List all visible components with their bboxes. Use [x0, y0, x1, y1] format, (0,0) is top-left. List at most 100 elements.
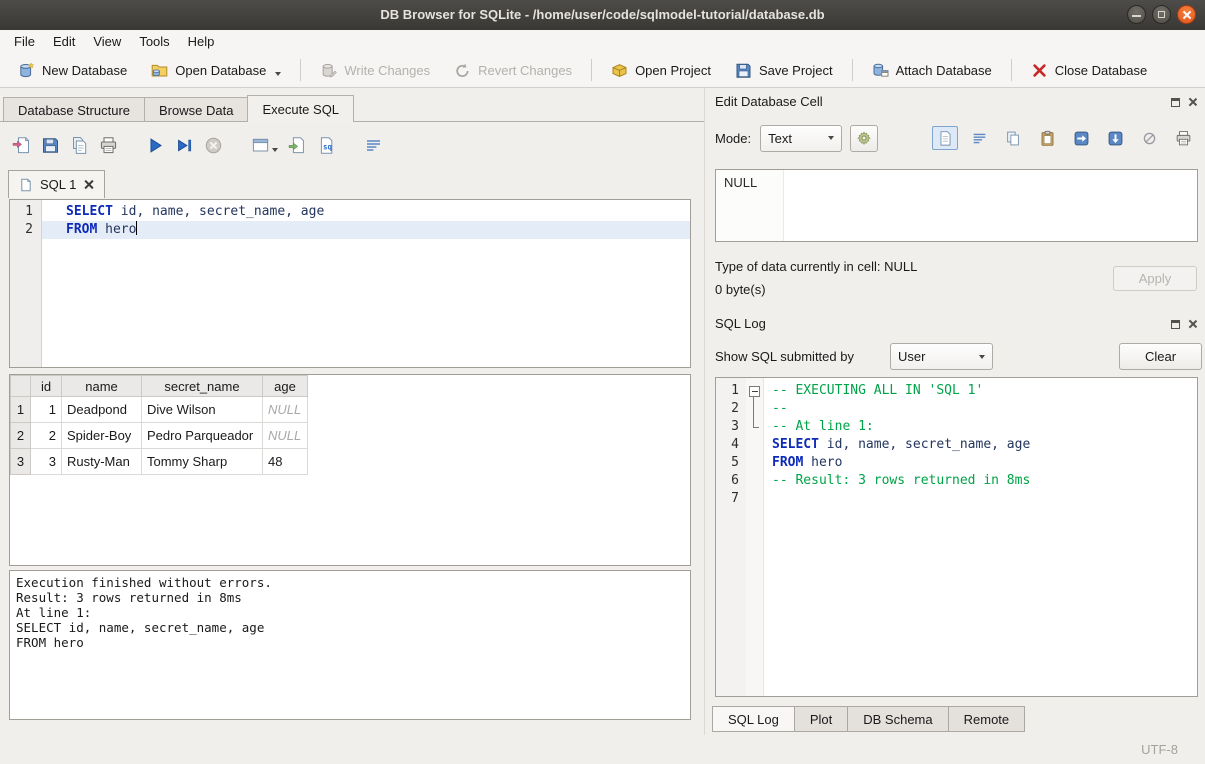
copy-cell-button[interactable]	[1000, 126, 1026, 150]
dock-tab-plot[interactable]: Plot	[795, 706, 848, 732]
word-wrap-button[interactable]	[966, 126, 992, 150]
attach-database-icon	[872, 62, 889, 79]
menu-edit[interactable]: Edit	[44, 30, 84, 53]
close-panel-icon[interactable]	[1187, 319, 1197, 329]
table-cell[interactable]: NULL	[263, 423, 308, 449]
fold-marker[interactable]	[746, 382, 763, 400]
results-grid[interactable]: idnamesecret_nameage11DeadpondDive Wilso…	[9, 374, 691, 566]
sql-tab[interactable]: SQL 1	[8, 170, 105, 198]
close-tab-icon[interactable]	[83, 179, 94, 190]
dock-tab-remote[interactable]: Remote	[949, 706, 1026, 732]
tab-browse-data[interactable]: Browse Data	[144, 97, 247, 122]
toggle-word-wrap-button[interactable]	[364, 136, 383, 155]
clear-log-button[interactable]: Clear	[1119, 343, 1202, 370]
import-from-file-button[interactable]	[1068, 126, 1094, 150]
minimize-button[interactable]	[1127, 5, 1146, 24]
new-database-button[interactable]: New Database	[6, 58, 139, 83]
table-cell[interactable]: 3	[31, 449, 62, 475]
table-row: 11DeadpondDive WilsonNULL	[11, 397, 308, 423]
menu-file[interactable]: File	[5, 30, 44, 53]
row-number[interactable]: 3	[11, 449, 31, 475]
menu-help[interactable]: Help	[179, 30, 224, 53]
editor-code-line[interactable]: SELECT id, name, secret_name, age	[42, 203, 690, 221]
editor-code-line[interactable]: FROM hero	[42, 221, 690, 239]
open-database-icon	[151, 62, 168, 79]
float-panel-icon[interactable]	[1171, 98, 1180, 107]
column-header-id[interactable]: id	[31, 376, 62, 397]
attach-database-button[interactable]: Attach Database	[860, 58, 1004, 83]
save-results-button[interactable]: sq	[317, 136, 336, 155]
maximize-button[interactable]	[1152, 5, 1171, 24]
print-sql-button[interactable]	[99, 136, 118, 155]
cell-value-editor[interactable]: NULL	[715, 169, 1198, 242]
open-project-button[interactable]: Open Project	[599, 58, 723, 83]
dock-tab-sql-log[interactable]: SQL Log	[712, 706, 795, 732]
sql-editor[interactable]: 12 SELECT id, name, secret_name, ageFROM…	[9, 199, 691, 368]
table-cell[interactable]: Tommy Sharp	[142, 449, 263, 475]
row-number[interactable]: 2	[11, 423, 31, 449]
table-cell[interactable]: NULL	[263, 397, 308, 423]
sql-log-view[interactable]: 1234567 -- EXECUTING ALL IN 'SQL 1'---- …	[715, 377, 1198, 697]
titlebar[interactable]: DB Browser for SQLite - /home/user/code/…	[0, 0, 1205, 30]
new-sql-tab-dropdown-arrow[interactable]	[272, 148, 278, 152]
table-cell[interactable]: Pedro Parqueador	[142, 423, 263, 449]
chevron-down-icon	[979, 355, 985, 359]
save-sql-file-button[interactable]	[41, 136, 60, 155]
code-token: FROM	[66, 222, 97, 237]
code-token: hero	[97, 222, 136, 237]
table-cell[interactable]: Deadpond	[62, 397, 142, 423]
save-project-button[interactable]: Save Project	[723, 58, 845, 83]
open-database-label: Open Database	[175, 63, 266, 78]
execution-status-box[interactable]: Execution finished without errors.Result…	[9, 570, 691, 720]
print-cell-button[interactable]	[1170, 126, 1196, 150]
close-database-button[interactable]: Close Database	[1019, 58, 1160, 83]
status-message-line: Result: 3 rows returned in 8ms	[16, 590, 684, 605]
dock-tab-db-schema[interactable]: DB Schema	[848, 706, 948, 732]
table-cell[interactable]: 1	[31, 397, 62, 423]
new-sql-tab-button[interactable]	[251, 136, 278, 155]
menu-tools[interactable]: Tools	[130, 30, 178, 53]
table-cell[interactable]: Spider-Boy	[62, 423, 142, 449]
text-mode-button[interactable]	[932, 126, 958, 150]
close-panel-icon[interactable]	[1187, 97, 1197, 107]
mode-select[interactable]: Text	[760, 125, 842, 152]
export-to-file-icon	[1107, 130, 1124, 147]
tab-database-structure[interactable]: Database Structure	[3, 97, 144, 122]
status-message-line: At line 1:	[16, 605, 684, 620]
open-sql-file-button[interactable]	[12, 136, 31, 155]
log-token: hero	[803, 455, 842, 470]
log-filter-value: User	[898, 349, 925, 364]
write-changes-label: Write Changes	[344, 63, 430, 78]
close-button[interactable]	[1177, 5, 1196, 24]
paste-cell-button[interactable]	[1034, 126, 1060, 150]
copy-cell-icon	[1005, 130, 1022, 147]
execute-all-button[interactable]	[146, 136, 165, 155]
table-cell[interactable]: 48	[263, 449, 308, 475]
open-database-dropdown-arrow[interactable]	[275, 72, 281, 76]
results-table: idnamesecret_nameage11DeadpondDive Wilso…	[10, 375, 308, 475]
editor-code-area[interactable]: SELECT id, name, secret_name, ageFROM he…	[42, 200, 690, 367]
tab-execute-sql[interactable]: Execute SQL	[247, 95, 354, 122]
log-filter-select[interactable]: User	[890, 343, 993, 370]
mode-settings-button[interactable]	[850, 125, 878, 152]
table-cell[interactable]: 2	[31, 423, 62, 449]
table-cell[interactable]: Rusty-Man	[62, 449, 142, 475]
float-panel-icon[interactable]	[1171, 320, 1180, 329]
results-header-row: idnamesecret_nameage	[11, 376, 308, 397]
table-cell[interactable]: Dive Wilson	[142, 397, 263, 423]
open-sql-in-tab-button[interactable]	[288, 136, 307, 155]
set-as-null-button[interactable]	[1136, 126, 1162, 150]
save-sql-file-as-button[interactable]	[70, 136, 89, 155]
row-number[interactable]: 1	[11, 397, 31, 423]
menu-view[interactable]: View	[84, 30, 130, 53]
column-header-age[interactable]: age	[263, 376, 308, 397]
print-cell-icon	[1175, 130, 1192, 147]
execute-current-line-button[interactable]	[175, 136, 194, 155]
export-to-file-button[interactable]	[1102, 126, 1128, 150]
log-line: SELECT id, name, secret_name, age	[764, 436, 1197, 454]
open-database-button[interactable]: Open Database	[139, 58, 293, 83]
column-header-secret_name[interactable]: secret_name	[142, 376, 263, 397]
log-token: -- EXECUTING ALL IN 'SQL 1'	[772, 383, 983, 398]
close-database-label: Close Database	[1055, 63, 1148, 78]
column-header-name[interactable]: name	[62, 376, 142, 397]
